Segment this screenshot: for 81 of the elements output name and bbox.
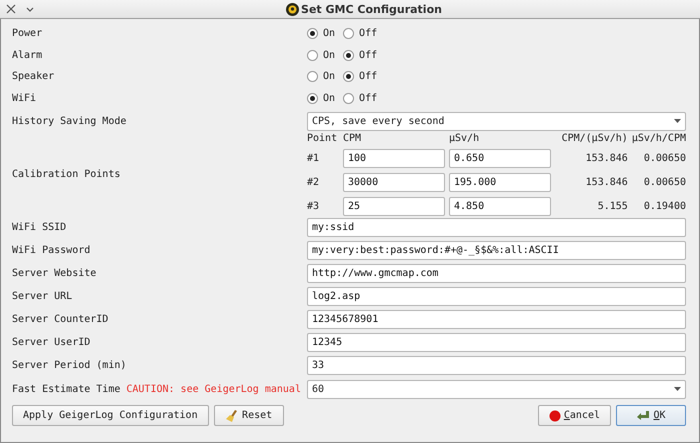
setting-label: Speaker — [12, 71, 56, 82]
text-field[interactable]: log2.asp — [307, 287, 686, 306]
app-logo-icon — [286, 2, 300, 16]
setting-label: WiFi Password — [12, 245, 92, 256]
time-dropdown[interactable]: 60 — [307, 380, 686, 398]
radio-label: Off — [359, 71, 378, 82]
radio-option[interactable]: On — [307, 28, 336, 40]
cpm-field[interactable]: 25 — [343, 197, 445, 216]
mode-dropdown[interactable]: CPS, save every second — [307, 112, 686, 130]
dropdown-arrow-icon — [674, 119, 681, 123]
cpm-field[interactable]: 100 — [343, 149, 445, 168]
close-icon[interactable] — [6, 4, 16, 14]
radio-button[interactable] — [307, 50, 318, 61]
radio-button[interactable] — [307, 71, 318, 82]
setting-label: Server UserID — [12, 337, 92, 348]
dropdown-arrow-icon — [674, 387, 681, 391]
setting-label: WiFi SSID — [12, 222, 68, 233]
setting-label: Calibration Points — [12, 169, 122, 180]
radio-button[interactable] — [343, 71, 354, 82]
text-field[interactable]: my:ssid — [307, 218, 686, 237]
point-label: #1 — [307, 153, 320, 164]
column-header: CPM — [343, 133, 362, 144]
column-header: µSv/h — [449, 133, 480, 144]
reset-button[interactable]: Reset — [214, 405, 284, 426]
radio-label: On — [323, 71, 336, 82]
radio-option[interactable]: On — [307, 92, 336, 104]
radio-label: Off — [359, 50, 378, 61]
text-field[interactable]: 12345678901 — [307, 310, 686, 329]
inverse-ratio-value: 0.19400 — [642, 201, 686, 212]
radio-option[interactable]: Off — [343, 92, 378, 104]
radio-option[interactable]: Off — [343, 28, 378, 40]
point-label: #2 — [307, 177, 320, 188]
setting-label: Fast Estimate Time — [12, 384, 120, 394]
cancel-button[interactable]: Cancel — [538, 405, 611, 426]
radio-label: On — [323, 28, 336, 40]
setting-label: Server URL — [12, 291, 74, 302]
radio-label: On — [323, 92, 336, 104]
dose-rate-field[interactable]: 4.850 — [449, 197, 551, 216]
dose-rate-field[interactable]: 195.000 — [449, 173, 551, 192]
radio-label: Off — [359, 28, 378, 40]
radio-option[interactable]: Off — [343, 71, 378, 82]
setting-label: Power — [12, 28, 44, 40]
radio-option[interactable]: Off — [343, 50, 378, 61]
broom-icon — [225, 408, 240, 422]
column-header: Point — [307, 133, 338, 144]
text-field[interactable]: 33 — [307, 356, 686, 375]
dose-rate-field[interactable]: 0.650 — [449, 149, 551, 168]
point-label: #3 — [307, 201, 320, 212]
cpm-field[interactable]: 30000 — [343, 173, 445, 192]
radio-option[interactable]: On — [307, 71, 336, 82]
setting-label: Alarm — [12, 50, 44, 61]
check-arrow-icon — [636, 410, 650, 422]
caution-text: CAUTION: see GeigerLog manual — [126, 384, 301, 394]
setting-label: WiFi — [12, 92, 38, 104]
chevron-down-icon[interactable] — [26, 6, 34, 12]
ratio-value: 5.155 — [596, 201, 628, 212]
radio-label: Off — [359, 92, 378, 104]
radio-button[interactable] — [343, 92, 354, 104]
ratio-value: 153.846 — [584, 177, 628, 188]
setting-label: History Saving Mode — [12, 116, 128, 126]
column-header: µSv/h/CPM — [632, 133, 686, 144]
text-field[interactable]: 12345 — [307, 333, 686, 352]
window-title: Set GMC Configuration — [301, 2, 442, 16]
ratio-value: 153.846 — [584, 153, 628, 164]
radio-button[interactable] — [307, 28, 318, 40]
stop-icon — [548, 410, 561, 422]
text-field[interactable]: my:very:best:password:#+@-_§$&%:all:ASCII — [307, 241, 686, 260]
radio-button[interactable] — [343, 50, 354, 61]
radio-button[interactable] — [343, 28, 354, 40]
column-header: CPM/(µSv/h) — [560, 133, 628, 144]
ok-button[interactable]: OK — [616, 405, 686, 426]
setting-label: Server Website — [12, 268, 98, 279]
text-field[interactable]: http://www.gmcmap.com — [307, 264, 686, 283]
radio-button[interactable] — [307, 92, 318, 104]
setting-label: Server Period (min) — [12, 360, 128, 371]
inverse-ratio-value: 0.00650 — [642, 153, 686, 164]
radio-option[interactable]: On — [307, 50, 336, 61]
setting-label: Server CounterID — [12, 314, 110, 325]
radio-label: On — [323, 50, 336, 61]
apply-button[interactable]: Apply GeigerLog Configuration — [12, 405, 209, 426]
inverse-ratio-value: 0.00650 — [642, 177, 686, 188]
